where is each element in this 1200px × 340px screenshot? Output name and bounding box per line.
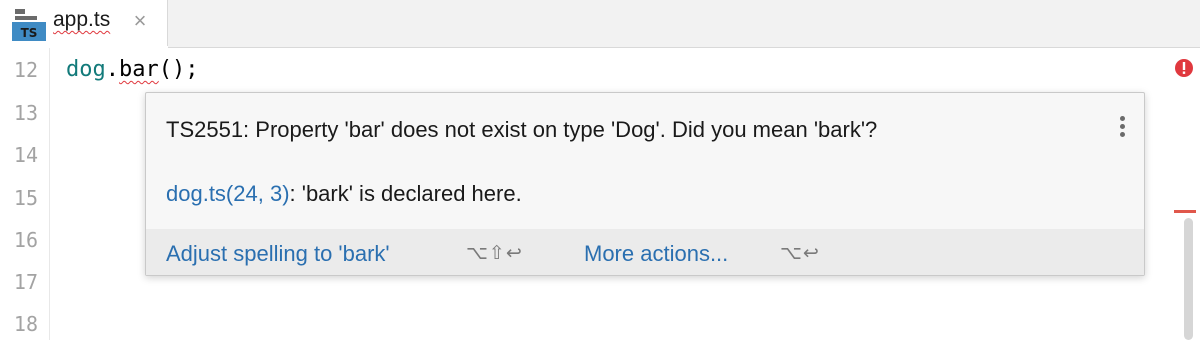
declaration-text: : 'bark' is declared here. bbox=[289, 181, 522, 206]
code-call: (); bbox=[158, 57, 199, 82]
quick-fix-bar: Adjust spelling to 'bark' ⌥⇧↩ More actio… bbox=[146, 229, 1144, 275]
error-circle-icon[interactable] bbox=[1174, 58, 1194, 78]
line-number: 17 bbox=[13, 270, 38, 294]
line-number: 18 bbox=[13, 312, 38, 336]
adjust-spelling-shortcut: ⌥⇧↩ bbox=[466, 243, 523, 264]
error-tooltip-popup: TS2551: Property 'bar' does not exist on… bbox=[145, 92, 1145, 276]
line-number: 13 bbox=[13, 101, 38, 125]
vertical-ellipsis-icon[interactable] bbox=[1112, 113, 1132, 143]
error-message: TS2551: Property 'bar' does not exist on… bbox=[166, 117, 878, 142]
ts-icon-label: TS bbox=[21, 26, 38, 40]
close-icon[interactable]: × bbox=[130, 10, 150, 32]
adjust-spelling-action[interactable]: Adjust spelling to 'bark' bbox=[166, 241, 390, 267]
typescript-file-icon: TS bbox=[12, 9, 46, 41]
line-number: 16 bbox=[13, 228, 38, 252]
error-stripe-marker[interactable] bbox=[1174, 210, 1196, 213]
code-error-token[interactable]: bar bbox=[119, 57, 159, 82]
code-identifier: dog bbox=[66, 57, 106, 82]
tab-app-ts[interactable]: TS app.ts × bbox=[0, 0, 168, 49]
more-actions-shortcut: ⌥↩ bbox=[780, 243, 820, 264]
declaration-hint: dog.ts(24, 3): 'bark' is declared here. bbox=[166, 181, 522, 207]
declaration-link[interactable]: dog.ts(24, 3) bbox=[166, 181, 290, 206]
code-line-12[interactable]: dog.bar(); bbox=[66, 57, 199, 82]
line-number-gutter: 12 13 14 15 16 17 18 bbox=[0, 48, 50, 340]
vertical-scrollbar[interactable] bbox=[1184, 218, 1193, 340]
line-number: 12 bbox=[13, 58, 38, 82]
editor-tab-bar: TS app.ts × bbox=[0, 0, 1200, 49]
code-dot: . bbox=[105, 57, 119, 82]
line-number: 14 bbox=[13, 143, 38, 167]
tab-label: app.ts bbox=[53, 8, 111, 31]
more-actions-link[interactable]: More actions... bbox=[584, 241, 728, 267]
line-number: 15 bbox=[13, 186, 38, 210]
ide-editor-window: TS app.ts × 12 13 14 15 16 17 18 dog.bar… bbox=[0, 0, 1200, 340]
